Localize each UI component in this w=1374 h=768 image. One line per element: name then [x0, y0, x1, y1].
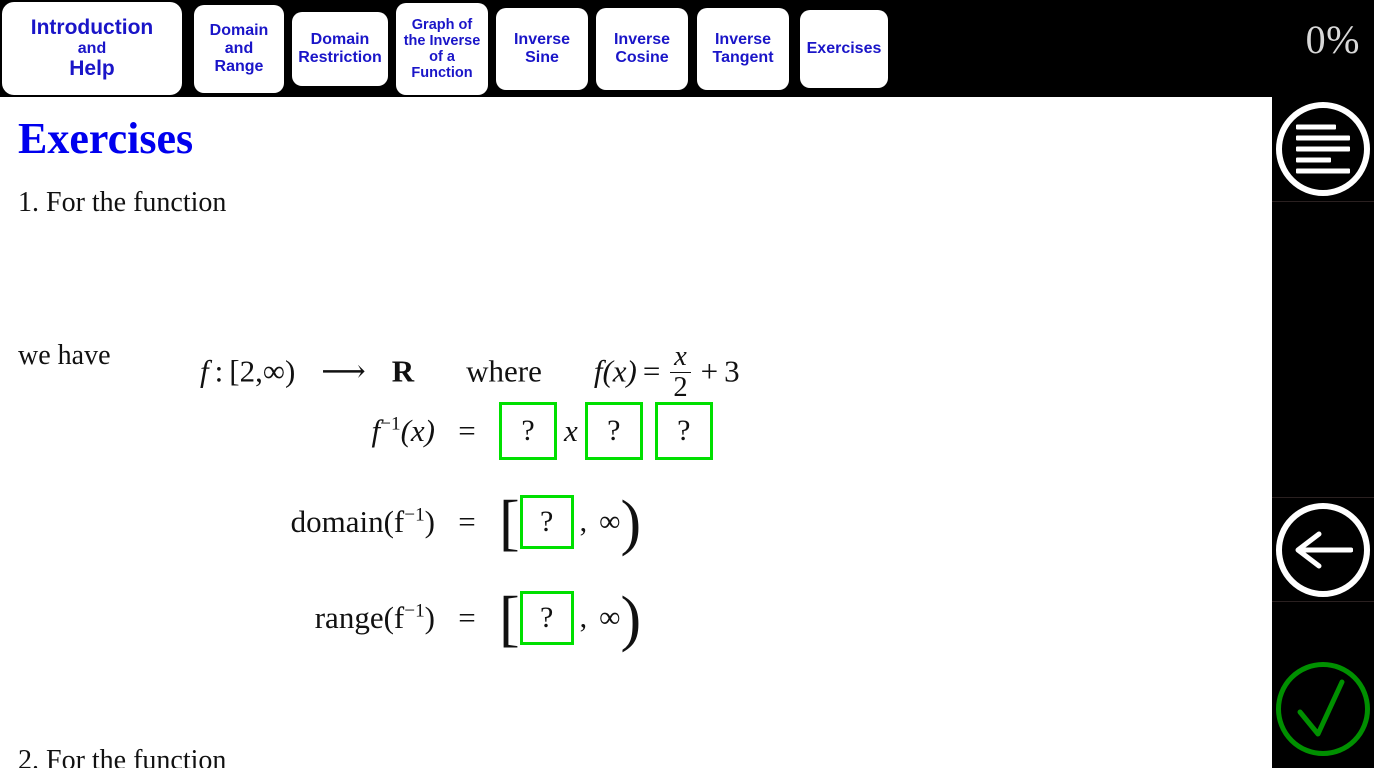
range-equals: = — [458, 600, 476, 635]
tab-label-line: Inverse — [513, 31, 571, 49]
tab-label-line: Inverse — [714, 31, 772, 49]
tab-domain-and-range[interactable]: Domain and Range — [194, 5, 284, 93]
domain-label-close: ) — [424, 504, 435, 539]
inverse-label-exponent: −1 — [380, 413, 401, 435]
domain-formula-row: domain(f−1) = [ ? , ∞ ) — [130, 488, 642, 557]
tab-label-line: Restriction — [298, 49, 382, 66]
inverse-label-f: f — [371, 413, 381, 448]
tab-label-line: Exercises — [806, 40, 882, 58]
fraction-numerator: x — [674, 341, 687, 372]
tab-label-line: Function — [411, 65, 473, 82]
sidebar-spacer-top — [1272, 201, 1374, 498]
definition-plus: + — [700, 353, 719, 389]
tab-label-line: Introduction — [30, 16, 154, 40]
tab-label-line: Help — [69, 57, 115, 81]
tab-introduction-and-help[interactable]: Introduction and Help — [2, 2, 182, 95]
tab-label-line: Cosine — [615, 49, 669, 66]
tab-graph-of-the-inverse-of-a-function[interactable]: Graph of the Inverse of a Function — [396, 3, 488, 95]
definition-comma: , — [255, 353, 263, 389]
definition-domain-start: 2 — [239, 353, 256, 389]
question-2-intro: 2. For the function — [18, 745, 227, 768]
inverse-formula-label: f−1(x) — [130, 413, 435, 449]
definition-constant: 3 — [724, 353, 740, 389]
tab-label-line: Inverse — [613, 31, 671, 49]
definition-arrow: ⟶ — [321, 353, 366, 389]
domain-bracket-open: [ — [499, 488, 520, 557]
definition-equals: = — [642, 353, 661, 389]
fraction-denominator: 2 — [670, 371, 691, 403]
sidebar-spacer-bottom — [1272, 601, 1374, 650]
tab-exercises[interactable]: Exercises — [800, 10, 888, 88]
tab-label-line: Domain — [310, 31, 370, 49]
tab-inverse-cosine[interactable]: Inverse Cosine — [596, 8, 688, 90]
definition-interval-close: ) — [284, 353, 296, 389]
definition-fraction: x2 — [670, 341, 691, 403]
inverse-label-argument: (x) — [400, 413, 435, 448]
inverse-equals: = — [458, 413, 476, 448]
tab-label-line: and — [224, 40, 254, 58]
range-formula-label: range(f−1) — [130, 600, 435, 636]
inverse-variable-x: x — [564, 413, 578, 448]
tab-inverse-sine[interactable]: Inverse Sine — [496, 8, 588, 90]
tab-label-line: and — [77, 39, 107, 57]
we-have-text: we have — [18, 340, 111, 371]
tab-bar: Introduction and Help Domain and Range D… — [0, 0, 1374, 97]
range-bracket-open: [ — [499, 584, 520, 653]
question-1-intro: 1. For the function — [18, 187, 227, 218]
function-definition: f: [2,∞) ⟶ Rwhere f(x) = x 2 +3 — [200, 341, 740, 405]
answer-input-inverse-3[interactable]: ? — [654, 402, 713, 460]
domain-equals: = — [458, 504, 476, 539]
answer-input-range[interactable]: ? — [519, 591, 574, 645]
tab-label-line: Range — [214, 57, 264, 75]
tab-label-line: Domain — [209, 22, 269, 40]
sidebar-item-back[interactable] — [1272, 497, 1374, 602]
range-label-exponent: −1 — [404, 600, 425, 622]
range-bracket-close: ) — [620, 584, 642, 653]
range-formula-row: range(f−1) = [ ? , ∞ ) — [130, 584, 642, 653]
domain-bracket-close: ) — [620, 488, 642, 557]
definition-interval-open: [ — [229, 353, 240, 389]
lesson-content: Exercises 1. For the function f: [2,∞) ⟶ Rw… — [0, 97, 1272, 768]
tab-label-line: of a — [429, 49, 455, 65]
domain-formula-label: domain(f−1) — [130, 504, 435, 540]
sidebar-item-check-answer[interactable] — [1272, 649, 1374, 768]
domain-label-text: domain(f — [290, 504, 405, 539]
answer-input-domain[interactable]: ? — [519, 495, 574, 549]
domain-infinity: ∞ — [599, 505, 621, 538]
range-label-text: range(f — [314, 600, 405, 635]
answer-input-inverse-1[interactable]: ? — [499, 402, 557, 460]
tab-label-line: Tangent — [712, 49, 774, 66]
tab-label-line: Graph of — [411, 16, 473, 33]
answer-input-inverse-2[interactable]: ? — [584, 402, 643, 460]
definition-fx: f(x) — [593, 353, 637, 389]
range-comma: , — [579, 601, 588, 634]
definition-colon: : — [214, 353, 224, 389]
arrow-left-icon — [1276, 503, 1370, 597]
lesson-window: Introduction and Help Domain and Range D… — [0, 0, 1374, 768]
page-title: Exercises — [18, 114, 194, 163]
check-circle-icon — [1276, 661, 1370, 756]
tab-label-line: Sine — [525, 49, 559, 66]
check-mark-glyph — [1297, 679, 1345, 736]
definition-infinity: ∞ — [262, 353, 285, 389]
tab-inverse-tangent[interactable]: Inverse Tangent — [697, 8, 789, 90]
arrow-left-glyph — [1295, 531, 1353, 569]
range-infinity: ∞ — [599, 601, 621, 634]
definition-f: f — [200, 353, 209, 389]
domain-comma: , — [579, 505, 588, 538]
definition-where: where — [466, 353, 542, 389]
range-label-close: ) — [424, 600, 435, 635]
sidebar-item-table-of-contents[interactable] — [1272, 97, 1374, 201]
tab-label-line: the Inverse — [403, 32, 481, 49]
menu-lines-icon — [1276, 102, 1370, 196]
definition-codomain: R — [391, 353, 415, 389]
sidebar — [1272, 97, 1374, 768]
inverse-formula-row: f−1(x) = ? x ? ? — [130, 402, 713, 460]
domain-label-exponent: −1 — [404, 504, 425, 526]
tab-domain-restriction[interactable]: Domain Restriction — [292, 12, 388, 86]
progress-percentage: 0% — [1305, 17, 1360, 62]
